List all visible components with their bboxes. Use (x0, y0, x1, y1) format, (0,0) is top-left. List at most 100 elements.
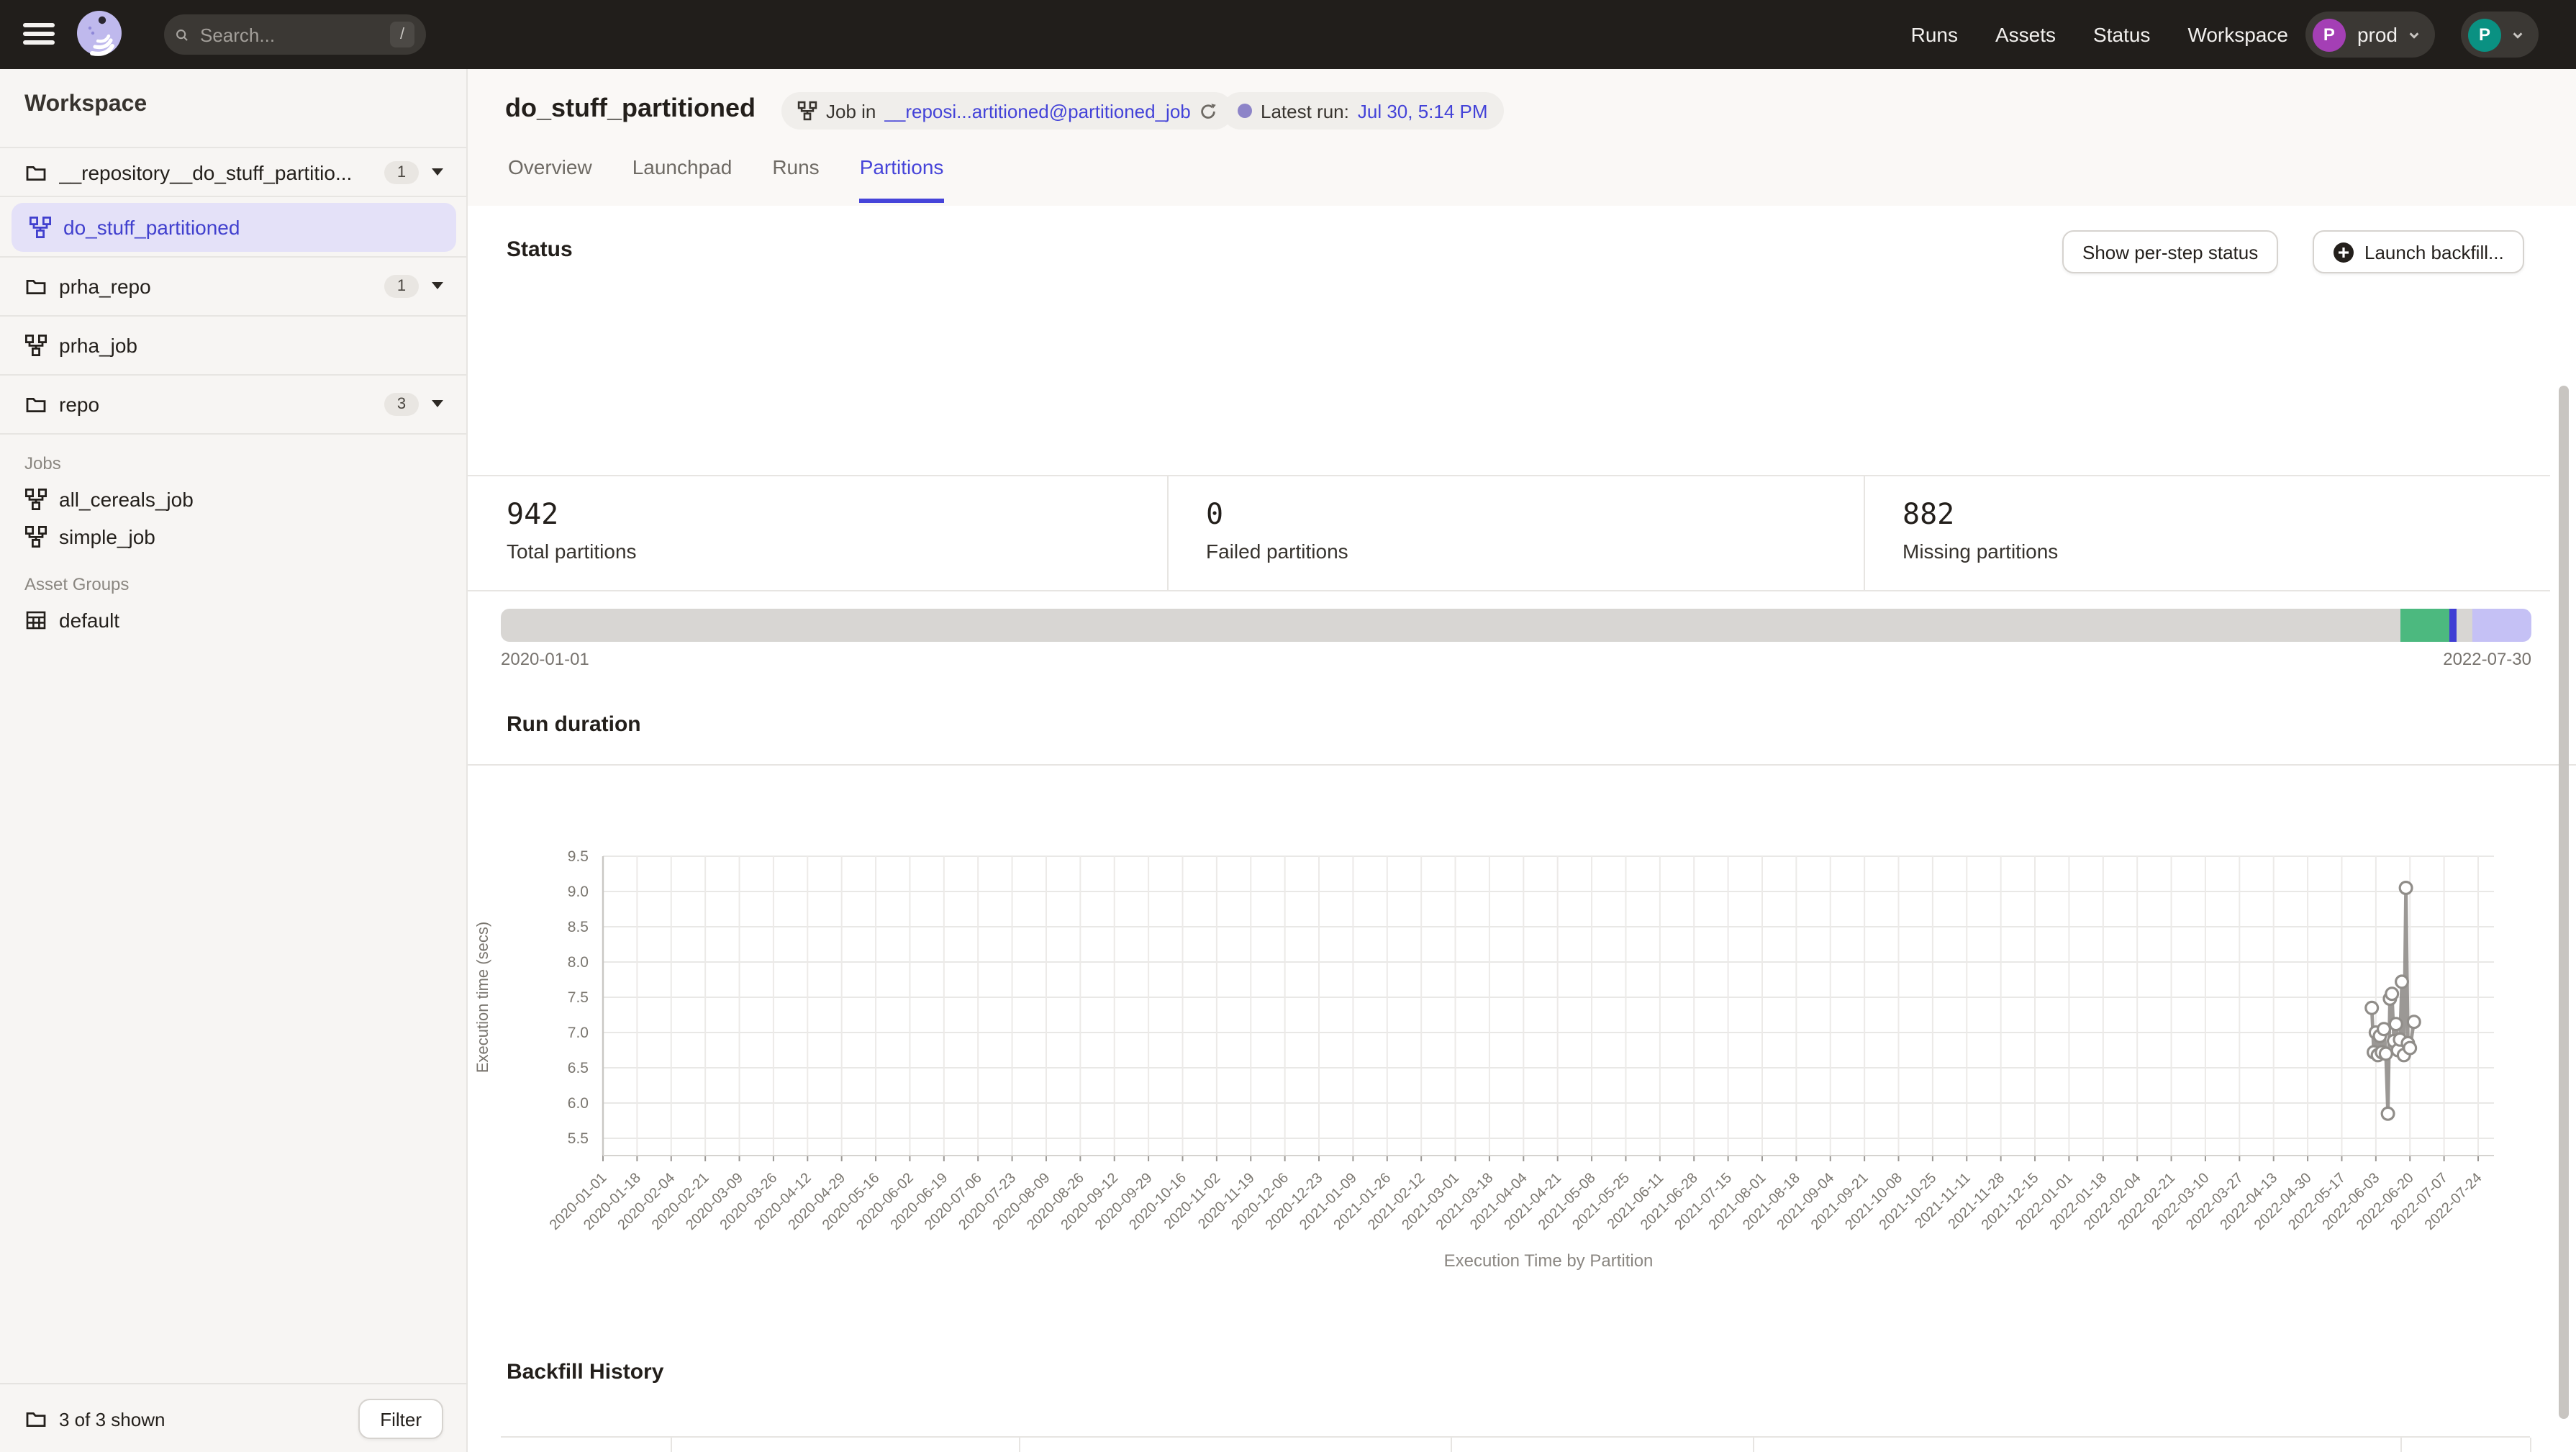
workspace-sidebar: Workspace __repository__do_stuff_partiti… (0, 69, 468, 1452)
dagster-logo[interactable] (72, 7, 127, 62)
launch-backfill-button[interactable]: Launch backfill... (2313, 230, 2524, 273)
tab-launchpad[interactable]: Launchpad (632, 155, 733, 203)
missing-partitions-label: Missing partitions (1902, 540, 2058, 563)
sidebar-repo-row-1[interactable]: __repository__do_stuff_partitio... 1 (0, 148, 468, 196)
job-name: all_cereals_job (59, 488, 194, 511)
divider (671, 1438, 672, 1452)
nav-link-workspace[interactable]: Workspace (2187, 23, 2288, 46)
deployment-switcher[interactable]: P prod (2305, 12, 2435, 58)
job-origin-prefix: Job in (826, 100, 876, 122)
search-icon (176, 28, 189, 41)
folder-icon (24, 392, 47, 415)
repo-count-badge: 1 (384, 160, 419, 183)
run-status-dot (1238, 104, 1252, 118)
bar-segment (501, 609, 2400, 642)
sidebar-item-all-cereals-job[interactable]: all_cereals_job (0, 482, 468, 517)
bar-segment (2472, 609, 2531, 642)
backfill-history-heading: Backfill History (507, 1360, 663, 1384)
tab-overview[interactable]: Overview (508, 155, 592, 203)
y-tick-label: 8.5 (568, 919, 589, 935)
nav-link-runs[interactable]: Runs (1911, 23, 1958, 46)
partition-range-start: 2020-01-01 (501, 649, 589, 669)
y-tick-label: 7.5 (568, 989, 589, 1006)
job-tabs: Overview Launchpad Runs Partitions (508, 155, 943, 203)
partition-stats: 942 Total partitions 0 Failed partitions… (468, 475, 2550, 591)
sidebar-item-default-asset-group[interactable]: default (0, 603, 468, 637)
show-per-step-status-button[interactable]: Show per-step status (2062, 230, 2278, 273)
sidebar-footer: 3 of 3 shown Filter (0, 1383, 468, 1452)
y-tick-label: 6.0 (568, 1095, 589, 1112)
total-partitions-label: Total partitions (507, 540, 637, 563)
bar-segment (2400, 609, 2449, 642)
repo-count-badge: 3 (384, 392, 419, 415)
failed-partitions-label: Failed partitions (1206, 540, 1348, 563)
sidebar-item-prha-job[interactable]: prha_job (0, 316, 468, 373)
failed-partitions-value: 0 (1206, 496, 1223, 531)
divider (2400, 1438, 2402, 1452)
sidebar-title: Workspace (24, 92, 147, 118)
user-menu[interactable]: P (2461, 12, 2539, 58)
y-tick-label: 5.5 (568, 1130, 589, 1147)
plus-circle-icon (2333, 241, 2354, 263)
job-icon (24, 488, 47, 511)
tab-runs[interactable]: Runs (772, 155, 819, 203)
job-origin-link[interactable]: __reposi...artitioned@partitioned_job (884, 100, 1190, 122)
y-tick-label: 6.5 (568, 1060, 589, 1076)
sidebar-repo-row-2[interactable]: prha_repo 1 (0, 257, 468, 314)
data-point-marker (2390, 1018, 2402, 1030)
user-avatar: P (2468, 18, 2501, 51)
divider (1019, 1438, 1020, 1452)
chevron-down-icon (2511, 28, 2524, 41)
divider (2530, 1438, 2531, 1452)
divider (1167, 476, 1169, 590)
deployment-avatar: P (2313, 18, 2346, 51)
y-axis-title: Execution time (secs) (473, 922, 491, 1073)
nav-link-status[interactable]: Status (2093, 23, 2150, 46)
caret-down-icon[interactable] (432, 400, 443, 407)
partition-range-end: 2022-07-30 (2244, 649, 2531, 669)
partition-status-bar[interactable] (501, 609, 2531, 642)
divider (468, 764, 2576, 766)
latest-run-link[interactable]: Jul 30, 5:14 PM (1358, 100, 1488, 122)
job-name: do_stuff_partitioned (63, 215, 240, 238)
nav-link-assets[interactable]: Assets (1995, 23, 2056, 46)
divider (0, 433, 468, 435)
divider (1753, 1438, 1754, 1452)
deployment-label: prod (2357, 23, 2398, 46)
status-section-heading: Status (507, 237, 573, 262)
search-shortcut-key: / (390, 22, 414, 47)
top-nav-bar: / Runs Assets Status Workspace P prod P (0, 0, 2576, 69)
data-point-marker (2404, 1042, 2416, 1054)
sidebar-item-simple-job[interactable]: simple_job (0, 519, 468, 554)
y-tick-label: 7.0 (568, 1025, 589, 1041)
filter-button[interactable]: Filter (358, 1399, 443, 1439)
backfill-history-table: Backfill Id Created Requested Backfill S… (501, 1436, 2530, 1452)
divider (1451, 1438, 1452, 1452)
caret-down-icon[interactable] (432, 168, 443, 176)
data-point-marker (2382, 1107, 2394, 1120)
data-point-marker (2378, 1023, 2390, 1035)
dagster-app: / Runs Assets Status Workspace P prod P … (0, 0, 2576, 1452)
hamburger-menu-icon[interactable] (23, 23, 55, 46)
job-icon (29, 215, 52, 238)
repo-name: repo (59, 392, 99, 415)
bar-segment (2449, 609, 2457, 642)
sidebar-item-do-stuff-partitioned[interactable]: do_stuff_partitioned (12, 202, 456, 251)
vertical-scrollbar-thumb[interactable] (2559, 386, 2569, 1419)
caret-down-icon[interactable] (432, 282, 443, 289)
sidebar-repo-row-3[interactable]: repo 3 (0, 375, 468, 432)
asset-group-name: default (59, 609, 119, 632)
job-icon (24, 525, 47, 548)
launch-backfill-label: Launch backfill... (2364, 241, 2504, 263)
asset-group-icon (24, 609, 47, 632)
jobs-section-label: Jobs (24, 453, 61, 473)
partitions-content: Status Show per-step status Launch backf… (468, 206, 2576, 1452)
job-name: prha_job (59, 333, 137, 356)
data-point-marker (2408, 1016, 2420, 1028)
top-nav-links: Runs Assets Status Workspace (1911, 0, 2288, 69)
search-input[interactable] (197, 22, 373, 47)
data-point-marker (2386, 988, 2398, 1000)
reload-icon[interactable] (1199, 101, 1218, 120)
tab-partitions[interactable]: Partitions (860, 155, 944, 203)
global-search[interactable]: / (164, 14, 426, 55)
